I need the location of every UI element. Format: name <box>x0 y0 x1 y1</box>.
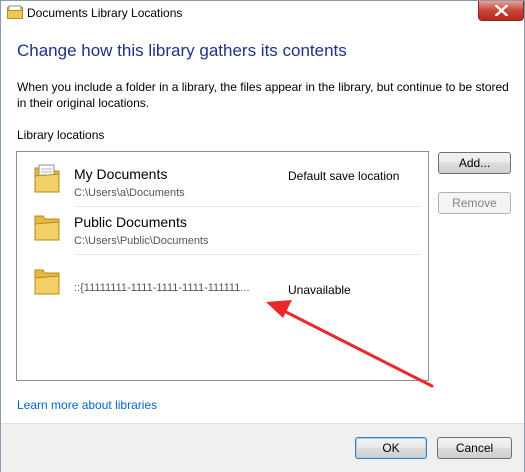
library-icon <box>7 5 23 19</box>
location-path: ::{11111111-1111-1111-1111-111111... <box>74 282 250 294</box>
location-name: Public Documents <box>74 214 187 230</box>
folder-icon <box>33 210 61 245</box>
ok-button[interactable]: OK <box>355 437 427 459</box>
add-button[interactable]: Add... <box>438 152 511 174</box>
documents-folder-icon <box>33 162 61 197</box>
dialog-footer: OK Cancel <box>1 423 524 472</box>
location-status: Unavailable <box>288 283 351 297</box>
close-icon <box>495 5 508 16</box>
location-status: Default save location <box>288 169 400 183</box>
location-row-my-documents[interactable]: My Documents C:\Users\a\Documents Defaul… <box>17 152 428 199</box>
cancel-button[interactable]: Cancel <box>437 437 512 459</box>
location-path: C:\Users\Public\Documents <box>74 235 209 247</box>
window-title: Documents Library Locations <box>27 6 183 20</box>
dialog-description: When you include a folder in a library, … <box>17 80 509 110</box>
library-locations-label: Library locations <box>17 128 105 142</box>
learn-more-link[interactable]: Learn more about libraries <box>17 398 157 412</box>
folder-icon <box>33 264 61 299</box>
library-locations-list[interactable]: My Documents C:\Users\a\Documents Defaul… <box>16 151 429 381</box>
dialog-heading: Change how this library gathers its cont… <box>17 41 347 60</box>
location-row-public-documents[interactable]: Public Documents C:\Users\Public\Documen… <box>17 200 428 247</box>
location-path: C:\Users\a\Documents <box>74 187 185 199</box>
close-button[interactable] <box>478 1 524 21</box>
title-bar: Documents Library Locations <box>1 1 524 27</box>
location-row-unavailable[interactable]: ::{11111111-1111-1111-1111-111111... Una… <box>17 254 428 301</box>
library-locations-dialog: Documents Library Locations Change how t… <box>0 0 525 472</box>
remove-button[interactable]: Remove <box>438 192 511 214</box>
location-name: My Documents <box>74 166 168 182</box>
